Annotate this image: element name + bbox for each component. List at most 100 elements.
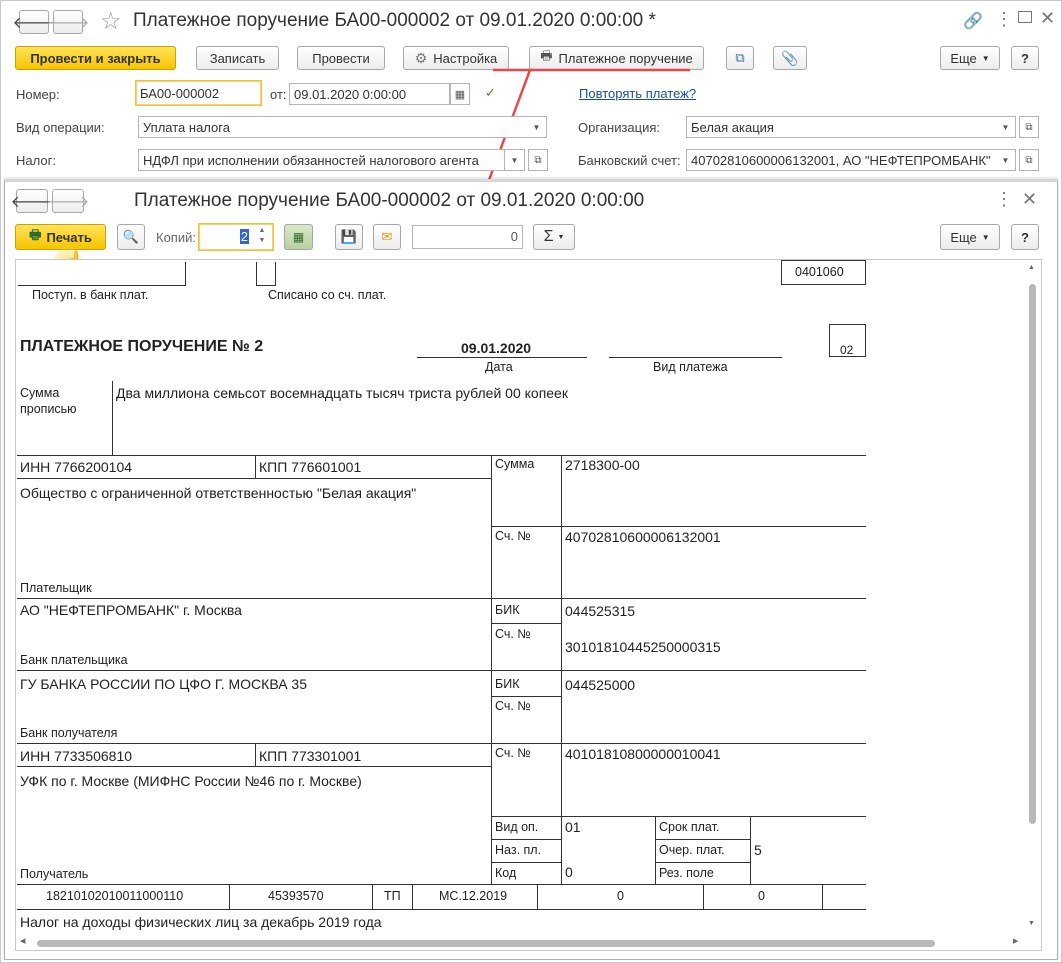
organization-field[interactable]: Белая акация [686,116,997,138]
payer-name: Общество с ограниченной ответственностью… [20,485,417,501]
sum-label: Сумма [495,457,535,471]
sum-value: 2718300-00 [565,457,640,473]
favorite-star-icon[interactable]: ☆ [100,7,122,36]
magnifier-icon: 🔍 [122,229,140,244]
save-doc-button[interactable]: 💾 [335,224,363,250]
sigma-icon: Σ [543,228,554,245]
payer-inn: ИНН 7766200104 [20,459,133,475]
operation-type-field[interactable]: Уплата налога [138,116,528,138]
window-title: Платежное поручение БА00-000002 от 09.01… [133,10,656,31]
sum-mode-button[interactable]: Σ ▼ [533,224,575,250]
horizontal-scroll-thumb[interactable] [37,940,935,947]
bank-account-open-button[interactable]: ⧉ [1019,149,1039,171]
debited-label: Списано со сч. плат. [268,288,387,302]
scroll-up-icon[interactable]: ▲ [1028,264,1035,271]
print-help-button[interactable]: ? [1011,224,1039,250]
tax-field[interactable]: НДФЛ при исполнении обязанностей налогов… [138,149,505,171]
copies-stepper[interactable]: ▲ ▼ [255,226,269,248]
bank-account-field[interactable]: 40702810600006132001, АО "НЕФТЕПРОМБАНК" [686,149,997,171]
bank-account-dropdown[interactable]: ▼ [996,149,1016,171]
print-more-label: Еще [950,229,977,245]
repeat-payment-link[interactable]: Повторять платеж? [579,86,696,101]
date-label: от: [270,87,287,102]
operation-type-dropdown[interactable]: ▼ [527,116,547,138]
tax-dropdown[interactable]: ▼ [505,149,525,171]
due-date-label: Срок плат. [659,820,720,834]
structure-icon-button[interactable]: ⧉ [726,46,754,70]
number-field[interactable]: БА00-000002 [135,80,262,106]
organization-dropdown[interactable]: ▼ [996,116,1016,138]
document-date: 09.01.2020 [461,340,532,356]
more-button[interactable]: Еще ▼ [940,46,1000,70]
period-value: МС.12.2019 [439,889,508,903]
print-close-icon[interactable]: ✕ [1022,189,1037,210]
sum-words-label-line2: прописью [20,402,77,416]
scroll-right-icon[interactable]: ▶ [1013,937,1018,945]
print-more-button[interactable]: Еще ▼ [940,224,1000,250]
edit-table-button[interactable]: ▦ [284,224,313,250]
tax-label: Налог: [16,153,56,168]
calendar-button[interactable]: ▦ [450,83,470,105]
link-icon[interactable]: 🔗 [963,11,983,31]
received-label: Поступ. в банк плат. [32,288,149,302]
back-button[interactable]: 🡐 [13,10,55,34]
scroll-down-icon[interactable]: ▼ [1028,920,1035,927]
recipient-kpp: КПП 773301001 [259,748,362,764]
save-button[interactable]: Записать [196,46,279,70]
post-button[interactable]: Провести [297,46,385,70]
vertical-scrollbar[interactable]: ▲ ▼ [1026,262,1040,932]
sum-words-label: Сумма прописью [20,385,77,417]
print-button[interactable]: 🖶 Печать [15,224,106,250]
recipient-bik-label: БИК [495,677,520,691]
payer-bik: 044525315 [565,603,636,619]
help-button[interactable]: ? [1011,46,1039,70]
queue-label: Очер. плат. [659,843,725,857]
menu-dots-icon[interactable]: ⋮ [995,9,1013,30]
floppy-icon: 💾 [340,229,358,244]
recipient-account-label: Сч. № [495,746,531,760]
date-field[interactable]: 09.01.2020 0:00:00 [289,83,450,105]
payer-label: Плательщик [20,581,92,595]
email-button[interactable]: ✉ [373,224,401,250]
payer-bank-label: Банк плательщика [20,653,128,667]
form-code: 0401060 [795,265,844,279]
structure-icon: ⧉ [735,50,745,65]
forward-button[interactable]: 🡒 [47,10,89,34]
chevron-down-icon: ▼ [981,232,990,242]
attachment-button[interactable]: 📎 [773,46,807,70]
post-and-close-button[interactable]: Провести и закрыть [15,46,176,70]
payer-corr-account: 30101810445250000315 [565,639,721,655]
close-icon[interactable]: ✕ [1040,8,1055,29]
gear-icon: ⚙ [414,49,428,66]
payment-purpose: Налог на доходы физических лиц за декабр… [20,914,382,930]
payer-account-label: Сч. № [495,529,531,543]
scroll-left-icon[interactable]: ◀ [20,937,25,945]
date-caption: Дата [485,360,513,374]
chevron-down-icon: ▼ [981,53,990,63]
more-label: Еще [950,50,977,66]
sum-field: 0 [412,225,523,249]
recipient-name: УФК по г. Москве (МИФНС России №46 по г.… [20,773,362,789]
vertical-scroll-thumb[interactable] [1029,284,1036,824]
tax-open-button[interactable]: ⧉ [528,149,548,171]
print-back-button[interactable]: 🡐 [11,189,53,213]
settings-label: Настройка [433,50,498,66]
status-check-icon: ✓ [485,85,496,100]
maximize-icon[interactable] [1018,11,1032,23]
preview-button[interactable]: 🔍 [117,224,145,250]
payment-type-caption: Вид платежа [653,360,728,374]
payer-bank: АО "НЕФТЕПРОМБАНК" г. Москва [20,602,242,618]
doc-date-value: 0 [758,889,765,903]
printer-icon: 🖶 [29,227,42,242]
bank-account-label: Банковский счет: [578,153,681,168]
horizontal-scrollbar[interactable]: ◀ ▶ [17,937,1025,949]
payer-account: 40702810600006132001 [565,529,721,545]
print-forward-button[interactable]: 🡒 [47,189,89,213]
table-edit-icon: ▦ [292,230,305,244]
status-code: 02 [840,343,854,357]
code-label: Код [495,866,517,880]
print-label: Печать [46,229,92,245]
chevron-down-icon: ▼ [557,233,565,241]
print-menu-dots-icon[interactable]: ⋮ [995,189,1013,210]
organization-open-button[interactable]: ⧉ [1019,116,1039,138]
